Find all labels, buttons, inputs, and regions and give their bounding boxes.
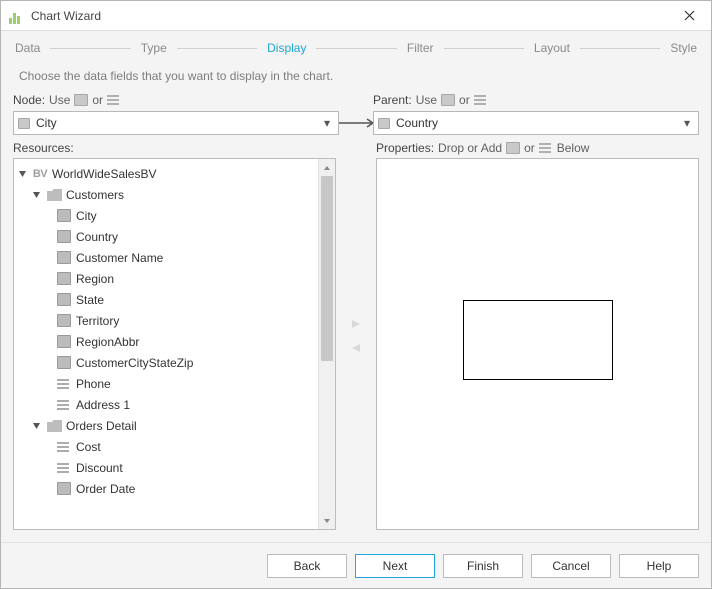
tree-field[interactable]: State bbox=[16, 289, 318, 310]
window-title: Chart Wizard bbox=[31, 9, 669, 23]
box-icon bbox=[506, 142, 520, 154]
tree-field[interactable]: Region bbox=[16, 268, 318, 289]
tree-field[interactable]: Cost bbox=[16, 436, 318, 457]
node-dropdown[interactable]: City ▾ bbox=[13, 111, 339, 135]
help-text: Choose the data fields that you want to … bbox=[13, 65, 699, 93]
tree-field[interactable]: RegionAbbr bbox=[16, 331, 318, 352]
parent-label: Parent: bbox=[373, 93, 412, 107]
tree-field[interactable]: Country bbox=[16, 226, 318, 247]
folder-icon bbox=[46, 418, 62, 434]
text-icon bbox=[56, 397, 72, 413]
box-icon bbox=[74, 94, 88, 106]
step-data[interactable]: Data bbox=[15, 41, 40, 55]
text-icon bbox=[56, 460, 72, 476]
parent-dropdown[interactable]: Country ▾ bbox=[373, 111, 699, 135]
tree-field[interactable]: Discount bbox=[16, 457, 318, 478]
field-icon bbox=[56, 334, 72, 350]
box-icon bbox=[441, 94, 455, 106]
help-button[interactable]: Help bbox=[619, 554, 699, 578]
tree-folder-orders[interactable]: Orders Detail bbox=[16, 415, 318, 436]
lines-icon bbox=[474, 94, 488, 106]
expander-icon[interactable] bbox=[30, 189, 42, 201]
scroll-up-button[interactable] bbox=[319, 159, 335, 176]
scroll-track[interactable] bbox=[319, 176, 335, 512]
button-bar: Back Next Finish Cancel Help bbox=[1, 542, 711, 588]
chevron-down-icon: ▾ bbox=[680, 116, 694, 130]
field-icon bbox=[56, 292, 72, 308]
title-bar: Chart Wizard bbox=[1, 1, 711, 31]
parent-label-line: Parent: Use or bbox=[373, 93, 699, 107]
node-label-line: Node: Use or bbox=[13, 93, 339, 107]
back-button[interactable]: Back bbox=[267, 554, 347, 578]
step-style[interactable]: Style bbox=[670, 41, 697, 55]
chart-wizard-icon bbox=[9, 8, 25, 24]
step-type[interactable]: Type bbox=[141, 41, 167, 55]
field-icon bbox=[56, 313, 72, 329]
chevron-down-icon: ▾ bbox=[320, 116, 334, 130]
expander-icon[interactable] bbox=[30, 420, 42, 432]
cancel-button[interactable]: Cancel bbox=[531, 554, 611, 578]
field-icon bbox=[56, 208, 72, 224]
resources-label: Resources: bbox=[13, 141, 336, 155]
wizard-steps: Data Type Display Filter Layout Style bbox=[13, 41, 699, 65]
field-icon bbox=[56, 229, 72, 245]
add-arrow-button[interactable] bbox=[346, 314, 366, 334]
resources-scrollbar[interactable] bbox=[318, 159, 335, 529]
parent-selected-value: Country bbox=[396, 116, 676, 130]
resources-tree[interactable]: BV WorldWideSalesBV Customers City bbox=[14, 159, 318, 505]
finish-button[interactable]: Finish bbox=[443, 554, 523, 578]
node-selected-value: City bbox=[36, 116, 316, 130]
field-icon bbox=[376, 116, 392, 130]
folder-icon bbox=[46, 187, 62, 203]
step-display[interactable]: Display bbox=[267, 41, 306, 55]
properties-panel[interactable] bbox=[376, 158, 699, 530]
lines-icon bbox=[539, 142, 553, 154]
node-label: Node: bbox=[13, 93, 45, 107]
field-icon bbox=[56, 481, 72, 497]
text-icon bbox=[56, 376, 72, 392]
tree-field[interactable]: CustomerCityStateZip bbox=[16, 352, 318, 373]
tree-folder-customers[interactable]: Customers bbox=[16, 184, 318, 205]
expander-icon[interactable] bbox=[16, 168, 28, 180]
tree-field[interactable]: Customer Name bbox=[16, 247, 318, 268]
scroll-thumb[interactable] bbox=[321, 176, 333, 361]
next-button[interactable]: Next bbox=[355, 554, 435, 578]
properties-label-line: Properties: Drop or Add or Below bbox=[376, 141, 699, 155]
resources-panel: BV WorldWideSalesBV Customers City bbox=[13, 158, 336, 530]
close-button[interactable] bbox=[669, 1, 709, 31]
tree-field[interactable]: Order Date bbox=[16, 478, 318, 499]
remove-arrow-button[interactable] bbox=[346, 338, 366, 358]
bv-icon: BV bbox=[32, 166, 48, 182]
text-icon bbox=[56, 439, 72, 455]
tree-root[interactable]: BV WorldWideSalesBV bbox=[16, 163, 318, 184]
lines-icon bbox=[107, 94, 121, 106]
scroll-down-button[interactable] bbox=[319, 512, 335, 529]
node-parent-connector bbox=[339, 118, 373, 128]
field-icon bbox=[16, 116, 32, 130]
properties-drop-target[interactable] bbox=[463, 300, 613, 380]
step-filter[interactable]: Filter bbox=[407, 41, 434, 55]
step-layout[interactable]: Layout bbox=[534, 41, 570, 55]
tree-field[interactable]: City bbox=[16, 205, 318, 226]
field-icon bbox=[56, 355, 72, 371]
tree-field[interactable]: Address 1 bbox=[16, 394, 318, 415]
field-icon bbox=[56, 250, 72, 266]
tree-field[interactable]: Phone bbox=[16, 373, 318, 394]
tree-field[interactable]: Territory bbox=[16, 310, 318, 331]
properties-label: Properties: bbox=[376, 141, 434, 155]
field-icon bbox=[56, 271, 72, 287]
